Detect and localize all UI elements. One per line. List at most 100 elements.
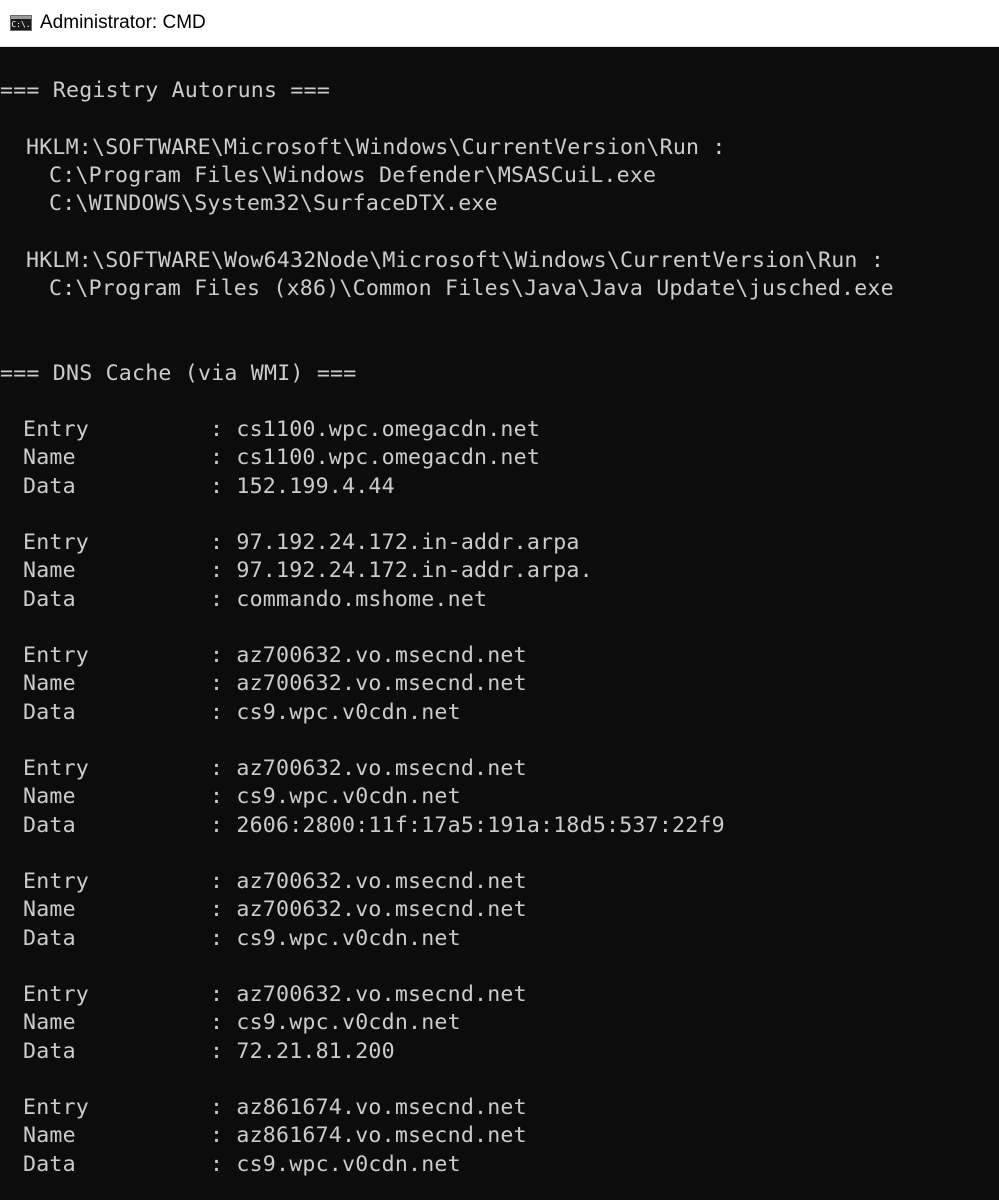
dns-field-separator: : [210,558,237,584]
dns-field-separator: : [210,982,237,1007]
dns-field-label: Entry [23,417,90,442]
console-output[interactable]: === Registry Autoruns === HKLM:\SOFTWARE… [0,47,999,1200]
dns-record-entry-row: Entry: az861674.vo.msecnd.net [0,1094,999,1122]
dns-field-label: Entry [23,869,90,894]
dns-record-name-row: Name: 97.192.24.172.in-addr.arpa. [0,557,999,585]
dns-field-label: Data [23,699,76,725]
dns-field-value: 2606:2800:11f:17a5:191a:18d5:537:22f9 [236,812,725,838]
dns-field-separator: : [210,1151,237,1177]
dns-record-data-row: Data: cs9.wpc.v0cdn.net [0,699,999,727]
dns-record-name-row: Name: cs1100.wpc.omegacdn.net [0,444,999,472]
dns-field-separator: : [210,586,237,612]
dns-field-label: Data [23,473,76,499]
dns-field-separator: : [210,699,237,725]
dns-field-separator: : [210,812,237,838]
dns-field-label: Name [23,445,76,471]
dns-record-entry-row: Entry: az700632.vo.msecnd.net [0,981,999,1009]
dns-record: Entry: az700632.vo.msecnd.net Name: az700… [0,868,999,953]
dns-field-label: Name [23,1123,76,1149]
dns-record-data-row: Data: 2606:2800:11f:17a5:191a:18d5:537:2… [0,812,999,840]
dns-field-value: az700632.vo.msecnd.net [236,869,527,894]
dns-record-entry-row: Entry: az700632.vo.msecnd.net [0,868,999,896]
dns-field-separator: : [210,1123,237,1149]
dns-field-value: cs1100.wpc.omegacdn.net [236,417,541,442]
dns-field-label: Entry [23,530,90,555]
dns-record-name-row: Name: cs9.wpc.v0cdn.net [0,783,999,811]
dns-field-label: Name [23,784,76,810]
registry-value: C:\Program Files\Windows Defender\MSASCu… [49,162,657,188]
dns-record: Entry: az861674.vo.msecnd.net Name: az861… [0,1094,999,1179]
dns-record-data-row: Data: 72.21.81.200 [0,1038,999,1066]
dns-record-entry-row: Entry: az700632.vo.msecnd.net [0,755,999,783]
dns-record: Entry: az700632.vo.msecnd.net Name: cs9.w… [0,981,999,1066]
dns-record-data-row: Data: cs9.wpc.v0cdn.net [0,925,999,953]
dns-record-entry-row: Entry: cs1100.wpc.omegacdn.net [0,416,999,444]
dns-field-value: commando.mshome.net [236,586,488,612]
dns-record-name-row: Name: az700632.vo.msecnd.net [0,670,999,698]
dns-record-entry-row: Entry: az700632.vo.msecnd.net [0,642,999,670]
dns-record-data-row: Data: cs9.wpc.v0cdn.net [0,1151,999,1179]
dns-field-label: Data [23,925,76,951]
dns-field-value: 97.192.24.172.in-addr.arpa [236,530,580,555]
dns-field-separator: : [210,1038,237,1064]
dns-field-label: Name [23,558,76,584]
dns-field-label: Name [23,897,76,923]
dns-record: Entry: 97.192.24.172.in-addr.arpa Name: 9… [0,529,999,614]
dns-field-label: Entry [23,1095,90,1120]
dns-record: Entry: cs1100.wpc.omegacdn.net Name: cs11… [0,416,999,501]
registry-value: C:\Program Files (x86)\Common Files\Java… [49,275,894,301]
dns-field-value: az700632.vo.msecnd.net [236,897,527,923]
dns-record-data-row: Data: commando.mshome.net [0,586,999,614]
dns-field-separator: : [210,869,237,894]
dns-field-label: Data [23,1038,76,1064]
window-title-bar[interactable]: C:\. Administrator: CMD [0,0,999,47]
dns-field-separator: : [210,756,237,781]
dns-field-label: Entry [23,643,90,668]
dns-field-label: Name [23,671,76,697]
dns-field-label: Data [23,812,76,838]
dns-record: Entry: az700632.vo.msecnd.net Name: cs9.w… [0,755,999,840]
registry-key: HKLM:\SOFTWARE\Microsoft\Windows\Current… [26,134,726,160]
dns-record-name-row: Name: az700632.vo.msecnd.net [0,896,999,924]
dns-field-separator: : [210,925,237,951]
dns-field-value: az700632.vo.msecnd.net [236,671,527,697]
dns-field-label: Entry [23,982,90,1007]
dns-field-label: Name [23,1010,76,1036]
dns-record-entry-row: Entry: 97.192.24.172.in-addr.arpa [0,529,999,557]
dns-record-list: Entry: cs1100.wpc.omegacdn.net Name: cs11… [0,416,999,1179]
dns-field-value: az861674.vo.msecnd.net [236,1123,527,1149]
dns-field-separator: : [210,445,237,471]
dns-field-separator: : [210,1095,237,1120]
cmd-console-icon: C:\. [10,15,32,31]
dns-field-value: 97.192.24.172.in-addr.arpa. [236,558,593,584]
dns-field-label: Data [23,1151,76,1177]
dns-field-separator: : [210,643,237,668]
dns-field-value: cs9.wpc.v0cdn.net [236,1151,461,1177]
dns-field-separator: : [210,897,237,923]
dns-field-label: Data [23,586,76,612]
dns-record-name-row: Name: cs9.wpc.v0cdn.net [0,1009,999,1037]
dns-field-label: Entry [23,756,90,781]
dns-field-separator: : [210,473,237,499]
dns-field-value: cs9.wpc.v0cdn.net [236,925,461,951]
dns-field-value: cs9.wpc.v0cdn.net [236,784,461,810]
window-title: Administrator: CMD [40,12,206,33]
registry-value: C:\WINDOWS\System32\SurfaceDTX.exe [49,191,498,216]
dns-field-value: 72.21.81.200 [236,1038,395,1064]
dns-field-value: az700632.vo.msecnd.net [236,756,527,781]
dns-field-value: 152.199.4.44 [236,473,395,499]
dns-field-value: az700632.vo.msecnd.net [236,982,527,1007]
dns-record: Entry: az700632.vo.msecnd.net Name: az700… [0,642,999,727]
registry-key: HKLM:\SOFTWARE\Wow6432Node\Microsoft\Win… [26,247,885,273]
dns-field-separator: : [210,784,237,810]
